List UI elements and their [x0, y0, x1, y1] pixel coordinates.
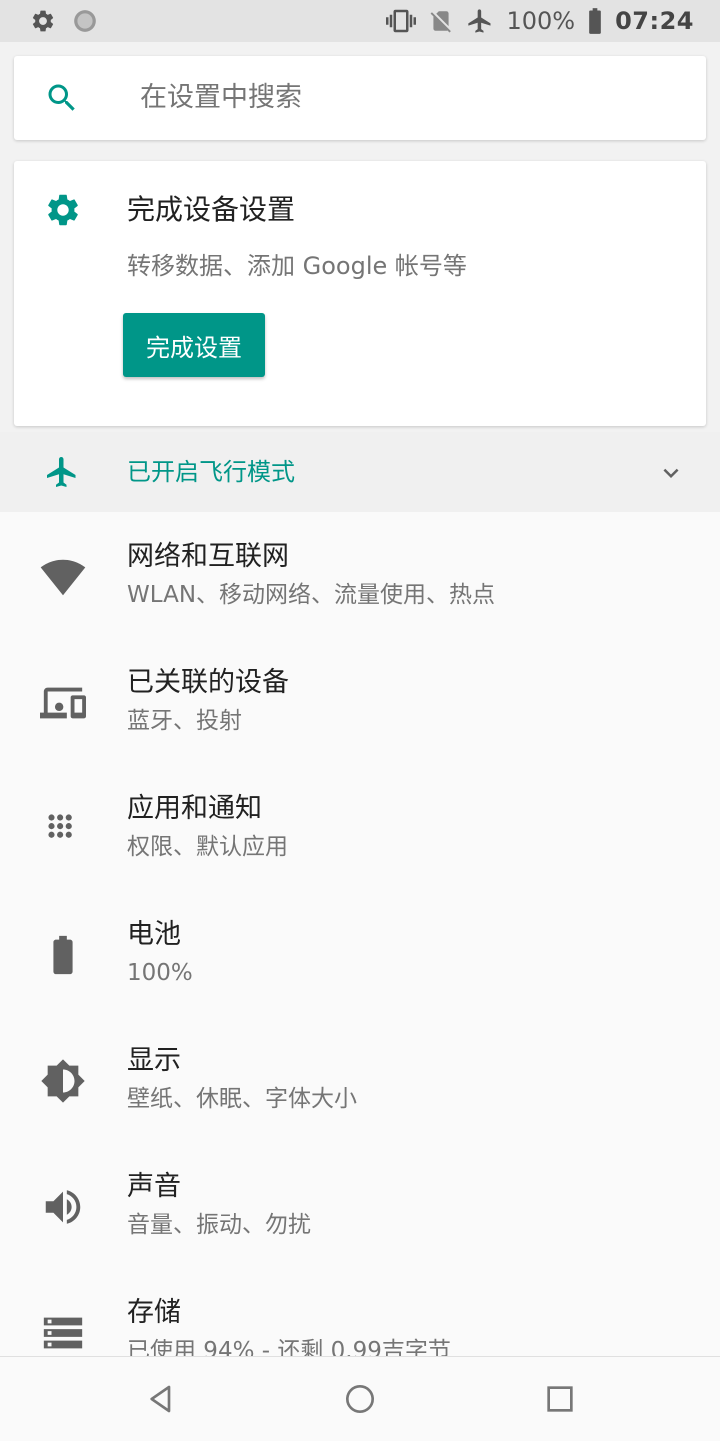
apps-icon [48, 814, 72, 838]
setting-connected-devices[interactable]: 已关联的设备 蓝牙、投射 [0, 638, 720, 764]
status-bar: 100% 07:24 [0, 0, 720, 42]
setting-subtitle: 100% [127, 960, 193, 986]
chevron-down-icon[interactable] [656, 458, 686, 488]
setting-title: 已关联的设备 [127, 667, 289, 698]
setting-title: 网络和互联网 [127, 541, 289, 572]
setting-subtitle: 蓝牙、投射 [127, 708, 242, 734]
battery-icon [53, 935, 73, 975]
setup-suggestion-card: 完成设备设置 转移数据、添加 Google 帐号等 完成设置 [14, 161, 706, 426]
navigation-bar [0, 1356, 720, 1441]
search-icon [48, 84, 75, 111]
no-sim-icon [431, 11, 452, 33]
volume-icon [45, 1190, 81, 1224]
setting-network[interactable]: 网络和互联网 WLAN、移动网络、流量使用、热点 [0, 512, 720, 638]
setting-title: 电池 [127, 919, 181, 950]
setting-subtitle: 权限、默认应用 [127, 834, 288, 860]
airplane-icon [47, 457, 76, 487]
settings-list: 网络和互联网 WLAN、移动网络、流量使用、热点 已关联的设备 蓝牙、投射 应用… [0, 512, 720, 1356]
setup-card-subtitle: 转移数据、添加 Google 帐号等 [127, 252, 467, 280]
setting-title: 声音 [127, 1171, 181, 1202]
gear-icon [32, 10, 54, 32]
sync-icon [74, 10, 96, 32]
setting-subtitle: 已使用 94% - 还剩 0.99吉字节 [127, 1338, 451, 1356]
setting-battery[interactable]: 电池 100% [0, 890, 720, 1016]
setting-display[interactable]: 显示 壁纸、休眠、字体大小 [0, 1016, 720, 1142]
airplane-mode-label: 已开启飞行模式 [127, 458, 295, 486]
search-placeholder[interactable]: 在设置中搜索 [140, 80, 302, 116]
wifi-icon [40, 559, 86, 596]
settings-gear-icon [48, 194, 78, 226]
battery-percent: 100% [506, 7, 576, 35]
connected-devices-icon [40, 687, 86, 719]
clock: 07:24 [615, 7, 694, 35]
setting-subtitle: 壁纸、休眠、字体大小 [127, 1086, 357, 1112]
airplane-status-icon [468, 9, 491, 33]
airplane-mode-banner[interactable]: 已开启飞行模式 [0, 432, 720, 512]
setting-subtitle: 音量、振动、勿扰 [127, 1212, 311, 1238]
setting-subtitle: WLAN、移动网络、流量使用、热点 [127, 582, 496, 608]
setting-sound[interactable]: 声音 音量、振动、勿扰 [0, 1142, 720, 1268]
setting-title: 存储 [127, 1297, 181, 1328]
brightness-icon [41, 1059, 85, 1103]
battery-status-icon [589, 8, 601, 34]
back-icon[interactable] [145, 1383, 177, 1415]
recent-apps-icon[interactable] [544, 1383, 576, 1415]
setting-storage[interactable]: 存储 已使用 94% - 还剩 0.99吉字节 [0, 1268, 720, 1356]
setting-title: 应用和通知 [127, 793, 262, 824]
storage-icon [43, 1317, 83, 1349]
setting-title: 显示 [127, 1045, 181, 1076]
home-icon[interactable] [344, 1383, 376, 1415]
search-bar[interactable]: 在设置中搜索 [14, 56, 706, 140]
setting-apps[interactable]: 应用和通知 权限、默认应用 [0, 764, 720, 890]
setup-card-title: 完成设备设置 [127, 193, 296, 226]
finish-setup-button[interactable]: 完成设置 [123, 313, 265, 377]
vibrate-icon [386, 9, 417, 33]
